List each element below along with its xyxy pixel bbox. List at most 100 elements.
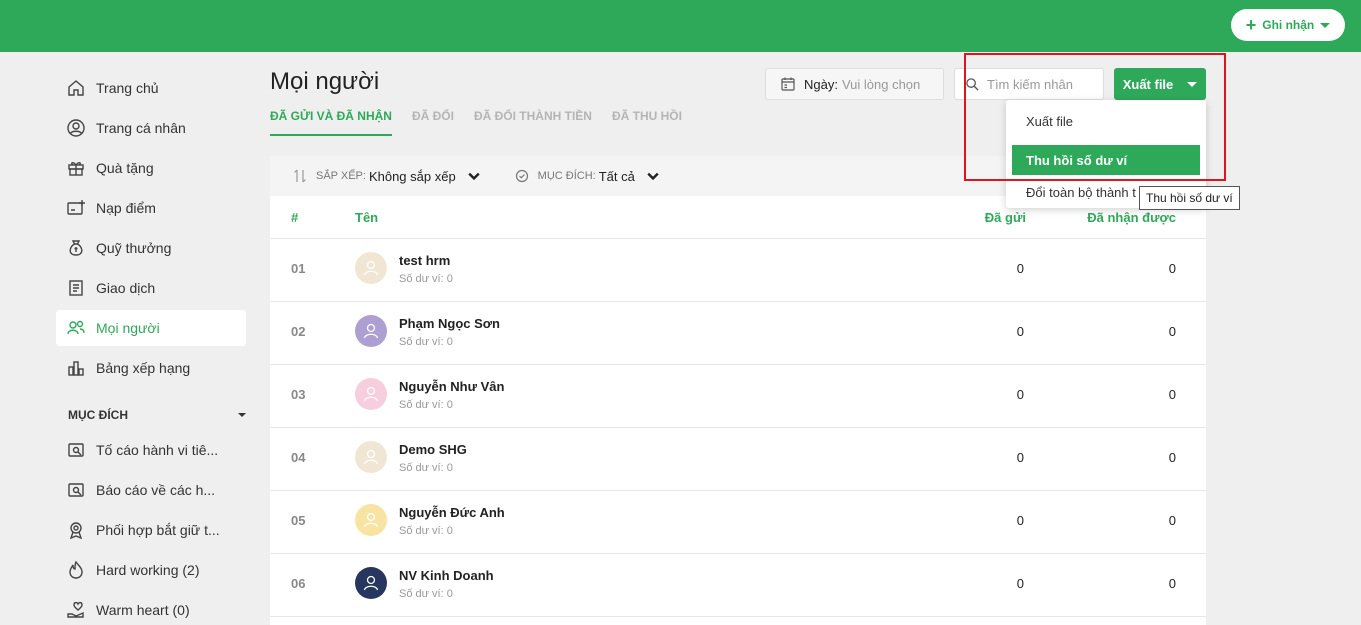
- column-header-name[interactable]: Tên: [355, 210, 378, 225]
- sidebar-purpose-item[interactable]: Tố cáo hành vi tiê...: [56, 432, 246, 468]
- heart-hand-icon: [67, 601, 84, 618]
- sidebar: Trang chủ Trang cá nhân Quà tặng Nạp điể…: [56, 70, 246, 625]
- sidebar-item-topup[interactable]: Nạp điểm: [56, 190, 246, 226]
- wallet-balance: Số dư ví: 0: [399, 273, 453, 285]
- report-icon: [68, 483, 84, 497]
- tab-exchanged[interactable]: ĐÃ ĐỔI: [412, 109, 454, 136]
- sidebar-item-reward-fund[interactable]: Quỹ thưởng: [56, 230, 246, 266]
- user-name[interactable]: Nguyễn Như Vân: [399, 379, 504, 394]
- table-row[interactable]: 06 NV Kinh Doanh Số dư ví: 0 0 0: [270, 554, 1206, 617]
- page-title: Mọi người: [270, 68, 380, 95]
- tab-sent-received[interactable]: ĐÃ GỬI VÀ ĐÃ NHẬN: [270, 109, 392, 136]
- wallet-balance: Số dư ví: 0: [399, 525, 453, 537]
- user-silhouette-icon: [363, 260, 379, 276]
- sidebar-item-label: Nạp điểm: [96, 200, 156, 216]
- sidebar-item-label: Trang cá nhân: [96, 120, 186, 136]
- plus-icon: +: [1245, 15, 1257, 35]
- chevron-down-icon: [647, 172, 659, 181]
- received-count: 0: [1168, 261, 1176, 276]
- sidebar-purpose-item[interactable]: Phối hợp bắt giữ t...: [56, 512, 246, 548]
- user-name[interactable]: NV Kinh Doanh: [399, 568, 494, 583]
- received-count: 0: [1168, 324, 1176, 339]
- sort-label: SẮP XẾP:: [316, 170, 366, 182]
- sidebar-item-label: Quà tặng: [96, 160, 154, 176]
- sidebar-item-profile[interactable]: Trang cá nhân: [56, 110, 246, 146]
- sent-count: 0: [1016, 513, 1024, 528]
- avatar: [355, 252, 387, 284]
- sidebar-purpose-item[interactable]: Hard working (2): [56, 552, 246, 588]
- user-name[interactable]: Demo SHG: [399, 442, 467, 457]
- sidebar-item-label: Trang chủ: [96, 80, 159, 96]
- purpose-section-title: MỤC ĐÍCH: [68, 408, 128, 422]
- sidebar-item-people[interactable]: Mọi người: [56, 310, 246, 346]
- sent-count: 0: [1016, 450, 1024, 465]
- purpose-section-header[interactable]: MỤC ĐÍCH: [56, 398, 246, 432]
- sidebar-item-home[interactable]: Trang chủ: [56, 70, 246, 106]
- table-row[interactable]: 05 Nguyễn Đức Anh Số dư ví: 0 0 0: [270, 491, 1206, 554]
- avatar: [355, 315, 387, 347]
- wallet-balance: Số dư ví: 0: [399, 336, 453, 348]
- users-icon: [67, 320, 85, 335]
- date-label: Ngày:: [804, 76, 838, 92]
- date-placeholder: Vui lòng chọn: [841, 76, 921, 92]
- sidebar-purpose-item[interactable]: Báo cáo về các h...: [56, 472, 246, 508]
- money-bag-icon: [69, 240, 83, 256]
- sort-filter[interactable]: SẮP XẾP: Không sắp xếp: [292, 168, 490, 184]
- sent-count: 0: [1016, 261, 1024, 276]
- column-header-received[interactable]: Đã nhận được: [1087, 210, 1176, 225]
- user-circle-icon: [67, 119, 85, 137]
- sidebar-purpose-item[interactable]: Warm heart (0): [56, 592, 246, 625]
- avatar: [355, 504, 387, 536]
- ghi-nhan-button[interactable]: + Ghi nhận: [1231, 9, 1345, 41]
- row-number: 05: [291, 513, 306, 528]
- sidebar-item-label: Hard working (2): [96, 562, 200, 578]
- sort-icon: [294, 169, 306, 183]
- ghi-nhan-label: Ghi nhận: [1262, 18, 1315, 32]
- received-count: 0: [1168, 576, 1176, 591]
- wallet-balance: Số dư ví: 0: [399, 399, 453, 411]
- table-row[interactable]: 04 Demo SHG Số dư ví: 0 0 0: [270, 428, 1206, 491]
- sidebar-item-label: Tố cáo hành vi tiê...: [96, 442, 219, 458]
- top-bar: + Ghi nhận: [0, 0, 1361, 52]
- avatar: [355, 567, 387, 599]
- column-header-sent[interactable]: Đã gửi: [985, 210, 1026, 225]
- table-row[interactable]: 03 Nguyễn Như Vân Số dư ví: 0 0 0: [270, 365, 1206, 428]
- sidebar-item-gifts[interactable]: Quà tặng: [56, 150, 246, 186]
- calendar-icon: [781, 77, 795, 91]
- user-silhouette-icon: [363, 323, 379, 339]
- people-table-card: SẮP XẾP: Không sắp xếp MỤC ĐÍCH: Tất cả …: [270, 156, 1206, 625]
- chevron-down-icon: [468, 172, 480, 181]
- tab-revoked[interactable]: ĐÃ THU HỒI: [612, 109, 682, 136]
- date-picker[interactable]: Ngày: Vui lòng chọn: [765, 68, 944, 100]
- table-row[interactable]: 01 test hrm Số dư ví: 0 0 0: [270, 239, 1206, 302]
- home-icon: [68, 80, 84, 96]
- user-silhouette-icon: [363, 386, 379, 402]
- sidebar-item-transactions[interactable]: Giao dịch: [56, 270, 246, 306]
- receipt-icon: [69, 280, 83, 296]
- received-count: 0: [1168, 387, 1176, 402]
- user-name[interactable]: Phạm Ngọc Sơn: [399, 316, 500, 331]
- row-number: 04: [291, 450, 306, 465]
- user-name[interactable]: Nguyễn Đức Anh: [399, 505, 505, 520]
- purpose-filter-value: Tất cả: [598, 168, 635, 184]
- sidebar-item-label: Báo cáo về các h...: [96, 482, 216, 498]
- sidebar-item-leaderboard[interactable]: Bảng xếp hạng: [56, 350, 246, 386]
- sort-value: Không sắp xếp: [368, 168, 456, 184]
- table-row[interactable]: 02 Phạm Ngọc Sơn Số dư ví: 0 0 0: [270, 302, 1206, 365]
- purpose-filter[interactable]: MỤC ĐÍCH: Tất cả: [514, 168, 669, 184]
- caret-down-icon: [1320, 22, 1331, 28]
- row-number: 06: [291, 576, 306, 591]
- user-silhouette-icon: [363, 512, 379, 528]
- user-name[interactable]: test hrm: [399, 253, 450, 268]
- column-header-number: #: [291, 209, 299, 225]
- tab-bar: ĐÃ GỬI VÀ ĐÃ NHẬN ĐÃ ĐỔI ĐÃ ĐỔI THÀNH TI…: [270, 109, 682, 136]
- table-body: 01 test hrm Số dư ví: 0 0 0 02 Phạm Ngọc Sơn Số…: [270, 239, 1206, 617]
- sidebar-item-label: Warm heart (0): [96, 602, 190, 618]
- tab-cashed-out[interactable]: ĐÃ ĐỔI THÀNH TIỀN: [474, 109, 592, 136]
- received-count: 0: [1168, 513, 1176, 528]
- bar-chart-icon: [68, 361, 84, 376]
- annotation-highlight-box: [964, 53, 1226, 181]
- tooltip: Thu hồi số dư ví: [1139, 186, 1240, 210]
- sidebar-item-label: Giao dịch: [96, 280, 156, 296]
- row-number: 03: [291, 387, 306, 402]
